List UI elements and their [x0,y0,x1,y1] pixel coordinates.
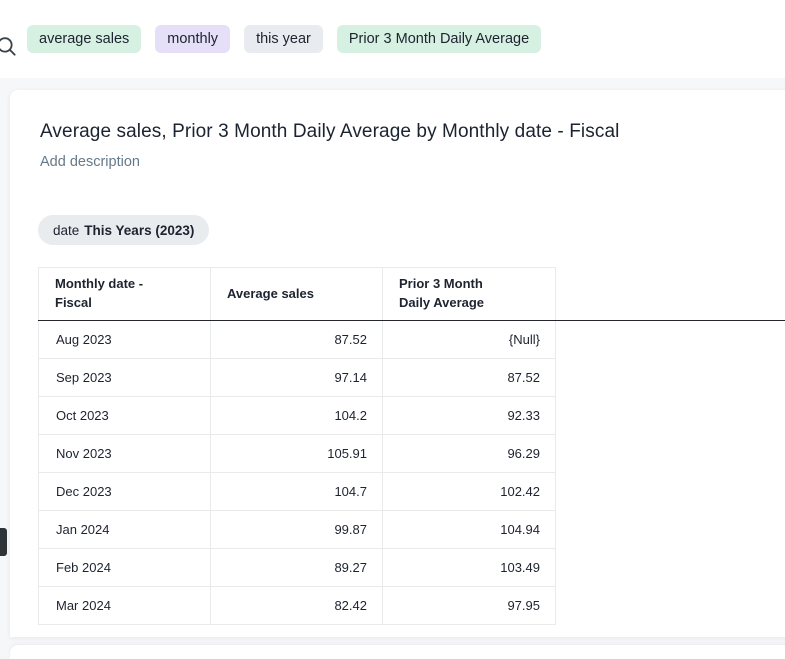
cell-empty [556,587,785,625]
cell-empty [556,549,785,587]
cell-empty [556,397,785,435]
cell-month[interactable]: Mar 2024 [39,587,211,625]
table-row: Oct 2023104.292.33 [39,397,785,435]
cell-empty [556,435,785,473]
cell-prior-3-month-avg[interactable]: 104.94 [383,511,556,549]
table-row: Dec 2023104.7102.42 [39,473,785,511]
search-token[interactable]: average sales [27,25,141,53]
cell-month[interactable]: Feb 2024 [39,549,211,587]
cell-prior-3-month-avg[interactable]: 102.42 [383,473,556,511]
cell-empty [556,511,785,549]
cell-average-sales[interactable]: 82.42 [211,587,383,625]
column-header-empty [556,268,785,321]
table-row: Sep 202397.1487.52 [39,359,785,397]
results-table: Monthly date - Fiscal Average sales Prio… [38,267,785,625]
filter-value: This Years (2023) [84,223,194,238]
column-header-label: Monthly date - Fiscal [55,275,167,313]
bottom-card-edge [10,645,785,659]
cell-prior-3-month-avg[interactable]: 97.95 [383,587,556,625]
search-token[interactable]: this year [244,25,323,53]
cell-average-sales[interactable]: 87.52 [211,321,383,359]
answer-card: Average sales, Prior 3 Month Daily Avera… [10,90,785,637]
app-viewport: average sales monthly this year Prior 3 … [0,0,785,659]
cell-month[interactable]: Aug 2023 [39,321,211,359]
search-bar[interactable]: average sales monthly this year Prior 3 … [0,0,785,78]
cell-average-sales[interactable]: 89.27 [211,549,383,587]
table-row: Aug 202387.52{Null} [39,321,785,359]
cell-prior-3-month-avg[interactable]: 92.33 [383,397,556,435]
cell-month[interactable]: Nov 2023 [39,435,211,473]
table-row: Jan 202499.87104.94 [39,511,785,549]
cell-empty [556,473,785,511]
cell-average-sales[interactable]: 104.2 [211,397,383,435]
column-header-label: Average sales [227,285,314,304]
table-row: Mar 202482.4297.95 [39,587,785,625]
table-row: Feb 202489.27103.49 [39,549,785,587]
search-token[interactable]: monthly [155,25,230,53]
cell-prior-3-month-avg[interactable]: {Null} [383,321,556,359]
cell-average-sales[interactable]: 97.14 [211,359,383,397]
table-header-row: Monthly date - Fiscal Average sales Prio… [39,268,785,321]
cell-month[interactable]: Oct 2023 [39,397,211,435]
answer-title[interactable]: Average sales, Prior 3 Month Daily Avera… [40,121,619,143]
column-header-monthly-date[interactable]: Monthly date - Fiscal [39,268,211,321]
column-header-prior-3-month[interactable]: Prior 3 Month Daily Average [383,268,556,321]
cell-prior-3-month-avg[interactable]: 103.49 [383,549,556,587]
cell-month[interactable]: Dec 2023 [39,473,211,511]
column-header-average-sales[interactable]: Average sales [211,268,383,321]
cell-month[interactable]: Jan 2024 [39,511,211,549]
cell-average-sales[interactable]: 99.87 [211,511,383,549]
add-description-placeholder[interactable]: Add description [40,154,140,170]
left-edge-element [0,528,7,556]
search-token[interactable]: Prior 3 Month Daily Average [337,25,541,53]
cell-average-sales[interactable]: 104.7 [211,473,383,511]
filter-prefix: date [53,223,79,238]
column-header-label: Prior 3 Month Daily Average [399,275,503,313]
cell-empty [556,321,785,359]
cell-empty [556,359,785,397]
cell-prior-3-month-avg[interactable]: 96.29 [383,435,556,473]
search-icon [0,33,19,59]
table-row: Nov 2023105.9196.29 [39,435,785,473]
cell-prior-3-month-avg[interactable]: 87.52 [383,359,556,397]
date-filter-chip[interactable]: date This Years (2023) [38,215,209,245]
cell-average-sales[interactable]: 105.91 [211,435,383,473]
table-body: Aug 202387.52{Null}Sep 202397.1487.52Oct… [39,321,785,625]
cell-month[interactable]: Sep 2023 [39,359,211,397]
